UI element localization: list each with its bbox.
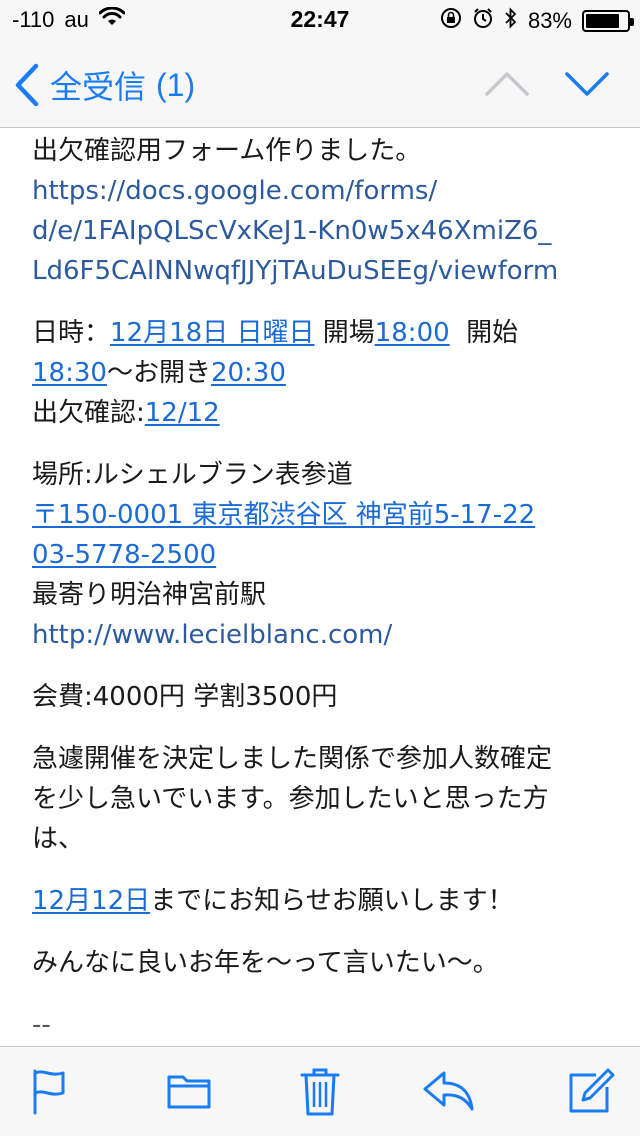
form-url-link[interactable]: Ld6F5CAlNNwqfJJYjTAuDuSEEg/viewform <box>32 256 558 286</box>
fee-text: 会費:4000円 学割3500円 <box>32 682 338 712</box>
form-url-link[interactable]: d/e/1FAIpQLScVxKeJ1-Kn0w5x46XmiZ6_ <box>32 216 551 246</box>
unread-count: (1) <box>156 66 196 103</box>
venue-name: 場所:ルシェルブラン表参道 <box>32 460 353 490</box>
battery-icon <box>582 10 634 32</box>
bluetooth-icon <box>504 7 518 35</box>
signature-separator: -- <box>32 1010 51 1040</box>
urgent-line: 急遽開催を決定しました関係で参加人数確定 <box>32 744 553 774</box>
start-time-link[interactable]: 18:30 <box>32 358 107 388</box>
address-link[interactable]: 〒150-0001 東京都渋谷区 神宮前5-17-22 <box>32 500 535 530</box>
deadline-text: までにお知らせお願いします！ <box>150 886 514 916</box>
fee-paragraph: 会費:4000円 学割3500円 <box>32 677 608 717</box>
delete-button[interactable] <box>300 1067 340 1121</box>
open-time-link[interactable]: 18:00 <box>375 318 450 348</box>
move-to-folder-button[interactable] <box>166 1067 212 1117</box>
closing-text: みんなに良いお年を〜って言いたい〜。 <box>32 948 499 978</box>
urgent-paragraph: 急遽開催を決定しました関係で参加人数確定 を少し急いでいます。参加したいと思った… <box>32 739 608 859</box>
venue-url-link[interactable]: http://www.lecielblanc.com/ <box>32 620 392 650</box>
chevron-up-icon <box>484 72 530 106</box>
navigation-bar: 全受信 (1) <box>0 40 640 128</box>
alarm-icon <box>472 7 494 35</box>
rsvp-date-link[interactable]: 12/12 <box>145 398 220 428</box>
message-body[interactable]: 出欠確認用フォーム作りました。 https://docs.google.com/… <box>0 129 640 1046</box>
venue-paragraph: 場所:ルシェルブラン表参道 〒150-0001 東京都渋谷区 神宮前5-17-2… <box>32 455 608 655</box>
back-label: 全受信 <box>50 69 147 105</box>
schedule-paragraph: 日時：12月18日 日曜日 開場18:00 開始 18:30〜お開き20:30 … <box>32 313 608 433</box>
compose-button[interactable] <box>568 1067 616 1119</box>
chevron-left-icon <box>14 63 40 107</box>
folder-icon <box>166 1075 212 1117</box>
open-label: 開場 <box>314 318 375 348</box>
phone-link[interactable]: 03-5778-2500 <box>32 540 216 570</box>
reply-button[interactable] <box>422 1067 476 1117</box>
flag-icon <box>30 1069 70 1119</box>
chevron-down-icon <box>564 72 610 106</box>
close-time-link[interactable]: 20:30 <box>211 358 286 388</box>
rotation-lock-icon <box>440 7 462 35</box>
form-url-link[interactable]: https://docs.google.com/forms/ <box>32 176 437 206</box>
message-toolbar <box>0 1046 640 1136</box>
rsvp-label: 出欠確認: <box>32 398 145 428</box>
trash-icon <box>300 1068 340 1121</box>
reply-icon <box>422 1071 476 1117</box>
close-label: 〜お開き <box>106 358 211 388</box>
date-link[interactable]: 12月18日 日曜日 <box>110 318 314 348</box>
urgent-line: は、 <box>32 824 85 854</box>
start-label: 開始 <box>449 318 519 348</box>
deadline-date-link[interactable]: 12月12日 <box>32 886 150 916</box>
datetime-label: 日時： <box>32 318 111 348</box>
form-intro: 出欠確認用フォーム作りました。 <box>32 136 422 166</box>
compose-icon <box>568 1068 616 1119</box>
flag-button[interactable] <box>30 1067 70 1119</box>
battery-percent: 83% <box>527 8 572 33</box>
back-button[interactable]: 全受信 (1) <box>14 62 195 108</box>
next-message-button[interactable] <box>564 66 610 106</box>
status-bar: -110 au 22:47 83% <box>0 0 640 40</box>
form-paragraph: 出欠確認用フォーム作りました。 https://docs.google.com/… <box>32 129 608 291</box>
nearest-station: 最寄り明治神宮前駅 <box>32 580 267 610</box>
battery-level <box>586 14 620 28</box>
closing-paragraph: みんなに良いお年を〜って言いたい〜。 <box>32 943 608 983</box>
deadline-paragraph: 12月12日までにお知らせお願いします！ <box>32 881 608 921</box>
previous-message-button[interactable] <box>484 66 530 106</box>
urgent-line: を少し急いでいます。参加したいと思った方 <box>32 784 549 814</box>
